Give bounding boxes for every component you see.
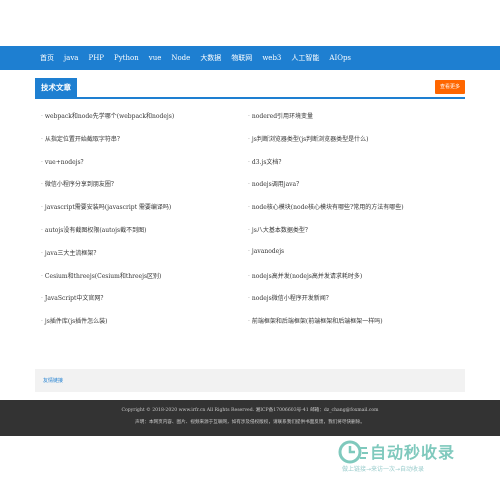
article-title: nodered引用环境变量 <box>251 113 314 120</box>
article-link[interactable]: · autojs没有截图权限(autojs截不到图) <box>41 225 146 234</box>
article-link[interactable]: · nodejs微信小程序开发新闻？ <box>248 293 332 302</box>
nav-menu: 首页 java PHP Python vue Node 大数据 物联网 web3 人工智能 AIOp… <box>40 46 361 70</box>
article-link[interactable]: · javanodejs <box>248 248 284 255</box>
article-link[interactable]: · nodejs调用java？ <box>248 179 302 188</box>
friend-links-box: 友情链接 <box>35 369 465 392</box>
watermark-title: 自动秒收录 <box>370 443 456 462</box>
bullet-icon: · <box>248 226 250 234</box>
article-title: JavaScript中文官网？ <box>44 295 107 303</box>
bullet-icon: · <box>248 158 250 166</box>
article-link[interactable]: · nodered引用环境变量 <box>248 111 313 120</box>
article-link[interactable]: · javascript需要安装吗(javascript 需要编译吗) <box>41 202 171 211</box>
article-title: d3.js文档？ <box>251 158 285 166</box>
article-title: js八大基本数据类型？ <box>251 226 311 234</box>
bullet-icon: · <box>41 204 43 212</box>
watermark-logo-icon <box>338 440 368 464</box>
article-title: nodejs高并发(nodejs高并发请求耗时多) <box>251 272 363 280</box>
article-row: · java三大主流框架？ · javanodejs <box>35 248 465 271</box>
article-title: 从指定位置开始截取字符串？ <box>44 135 123 143</box>
article-title: 微信小程序分享到朋友圈？ <box>44 181 117 189</box>
nav-item[interactable]: AIOps <box>329 54 351 62</box>
bullet-icon: · <box>41 181 43 189</box>
article-link[interactable]: · js判断浏览器类型(js判断浏览器类型是什么) <box>248 134 368 143</box>
article-title: nodejs调用java？ <box>251 181 303 189</box>
bullet-icon: · <box>248 272 250 280</box>
bullet-icon: · <box>41 295 43 303</box>
bullet-icon: · <box>248 204 250 212</box>
article-row: · vue+nodejs？ · d3.js文档？ <box>35 157 465 180</box>
nav-item[interactable]: Python <box>114 54 139 62</box>
article-title: Cesium和threejs(Cesium和threejs区别) <box>44 272 162 280</box>
bullet-icon: · <box>41 226 43 234</box>
nav-item[interactable]: 首页 <box>40 53 54 63</box>
article-row: · 微信小程序分享到朋友圈？ · nodejs调用java？ <box>35 179 465 202</box>
nav-item[interactable]: 物联网 <box>231 53 252 63</box>
article-title: 前端框架和后端框架(前端框架和后端框架一样吗) <box>251 318 383 326</box>
article-link[interactable]: · vue+nodejs？ <box>41 157 87 166</box>
article-link[interactable]: · JavaScript中文官网？ <box>41 293 106 302</box>
article-link[interactable]: · d3.js文档？ <box>248 157 284 166</box>
bullet-icon: · <box>248 247 250 255</box>
more-button[interactable]: 查看更多 <box>434 80 465 94</box>
article-list: · webpack和node先学哪个(webpack和nodejs) · nodere… <box>35 111 465 339</box>
nav-item[interactable]: Node <box>171 54 190 62</box>
footer: Copyright © 2018-2020 www.irfr.cn All Ri… <box>0 400 500 436</box>
bullet-icon: · <box>248 135 250 143</box>
friend-links-label[interactable]: 友情链接 <box>43 377 63 384</box>
bullet-icon: · <box>248 318 250 326</box>
article-title: autojs没有截图权限(autojs截不到图) <box>44 226 147 234</box>
article-link[interactable]: · js插件库(js插件怎么装) <box>41 316 107 325</box>
article-title: webpack和node先学哪个(webpack和nodejs) <box>44 113 175 120</box>
watermark: 自动秒收录 做上链接→来访一次→自动收录 <box>338 438 488 478</box>
tech-articles-panel: 技术文章 查看更多 · webpack和node先学哪个(webpack和node… <box>35 78 465 368</box>
article-row: · webpack和node先学哪个(webpack和nodejs) · nodere… <box>35 111 465 134</box>
article-title: node核心模块(node核心模块有哪些?常用的方法有哪些) <box>251 204 404 212</box>
article-title: js判断浏览器类型(js判断浏览器类型是什么) <box>251 135 369 143</box>
panel-header: 技术文章 查看更多 <box>35 78 465 99</box>
footer-copyright: Copyright © 2018-2020 www.irfr.cn All Ri… <box>121 408 379 413</box>
bullet-icon: · <box>248 181 250 189</box>
article-title: javanodejs <box>251 247 285 255</box>
article-title: js插件库(js插件怎么装) <box>44 318 108 326</box>
panel-title: 技术文章 <box>35 78 77 97</box>
bullet-icon: · <box>248 295 250 303</box>
article-row: · 从指定位置开始截取字符串？ · js判断浏览器类型(js判断浏览器类型是什么) <box>35 134 465 157</box>
bullet-icon: · <box>248 113 250 120</box>
article-title: javascript需要安装吗(javascript 需要编译吗) <box>44 204 172 212</box>
article-row: · js插件库(js插件怎么装) · 前端框架和后端框架(前端框架和后端框架一样吗) <box>35 316 465 339</box>
article-link[interactable]: · node核心模块(node核心模块有哪些?常用的方法有哪些) <box>248 202 404 211</box>
bullet-icon: · <box>41 249 43 257</box>
article-link[interactable]: · 从指定位置开始截取字符串？ <box>41 134 123 143</box>
article-link[interactable]: · Cesium和threejs(Cesium和threejs区别) <box>41 271 161 280</box>
nav-item[interactable]: PHP <box>88 54 104 62</box>
bullet-icon: · <box>41 272 43 280</box>
bullet-icon: · <box>41 113 43 120</box>
article-link[interactable]: · nodejs高并发(nodejs高并发请求耗时多) <box>248 271 362 280</box>
top-navbar: 首页 java PHP Python vue Node 大数据 物联网 web3 人工智能 AIOp… <box>0 46 500 70</box>
article-title: java三大主流框架？ <box>44 249 100 257</box>
article-row: · Cesium和threejs(Cesium和threejs区别) · nodejs… <box>35 271 465 294</box>
article-title: nodejs微信小程序开发新闻？ <box>251 295 332 303</box>
article-link[interactable]: · js八大基本数据类型？ <box>248 225 311 234</box>
bullet-icon: · <box>41 318 43 326</box>
article-row: · javascript需要安装吗(javascript 需要编译吗) · node核… <box>35 202 465 225</box>
article-link[interactable]: · 前端框架和后端框架(前端框架和后端框架一样吗) <box>248 316 383 325</box>
article-row: · autojs没有截图权限(autojs截不到图) · js八大基本数据类型？ <box>35 225 465 248</box>
nav-item[interactable]: web3 <box>262 54 281 62</box>
footer-disclaimer: 声明：本网页内容、图片、视频来源于互联网，如有涉及侵权版权，请联系我们提供书面反… <box>135 420 365 425</box>
article-link[interactable]: · webpack和node先学哪个(webpack和nodejs) <box>41 111 174 120</box>
bullet-icon: · <box>41 158 43 166</box>
article-row: · JavaScript中文官网？ · nodejs微信小程序开发新闻？ <box>35 293 465 316</box>
article-link[interactable]: · 微信小程序分享到朋友圈？ <box>41 179 117 188</box>
article-link[interactable]: · java三大主流框架？ <box>41 248 99 257</box>
nav-item[interactable]: 大数据 <box>200 53 221 63</box>
nav-item[interactable]: 人工智能 <box>291 53 319 63</box>
nav-item[interactable]: java <box>64 54 78 62</box>
nav-item[interactable]: vue <box>149 54 162 62</box>
watermark-subtitle: 做上链接→来访一次→自动收录 <box>342 466 425 473</box>
article-title: vue+nodejs？ <box>44 158 87 166</box>
bullet-icon: · <box>41 135 43 143</box>
